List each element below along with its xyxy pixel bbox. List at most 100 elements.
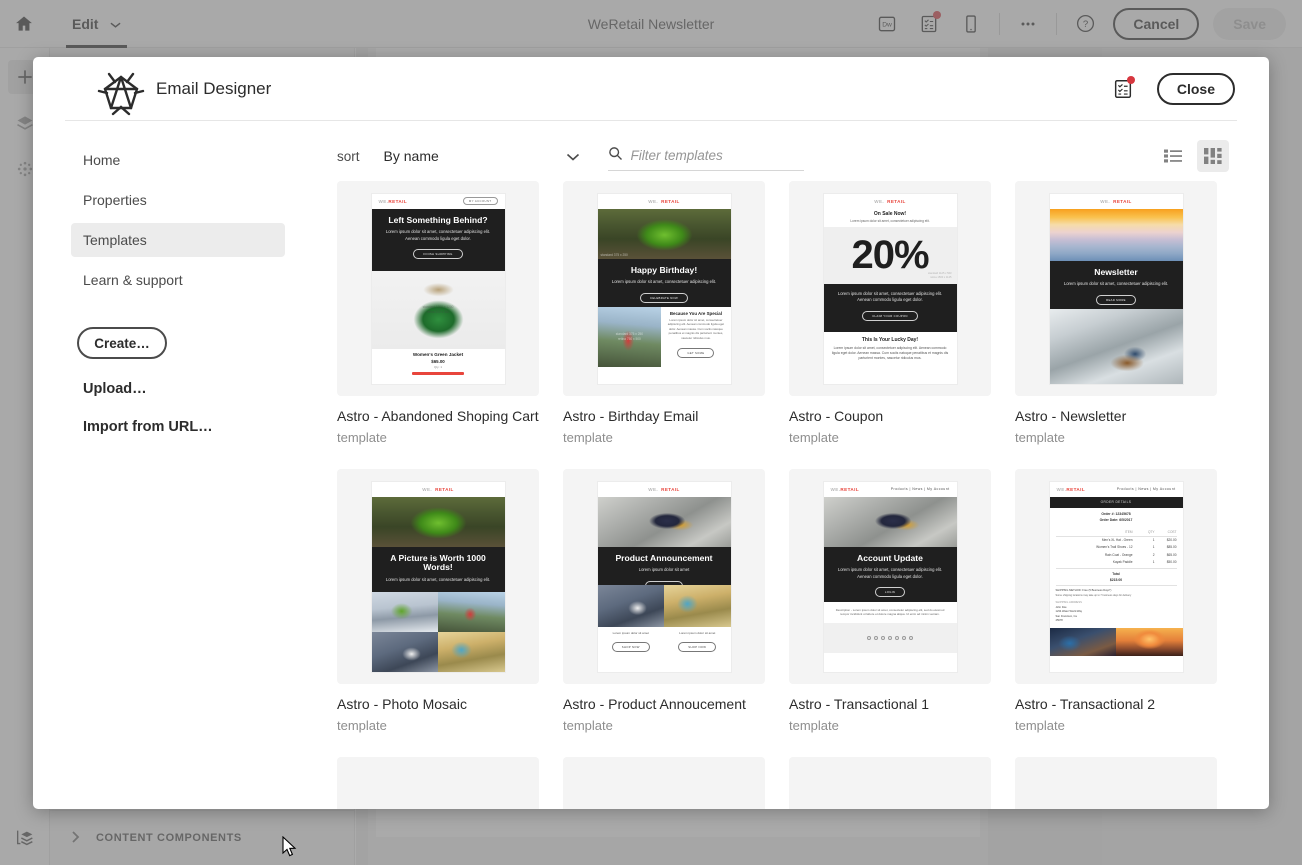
template-card[interactable]: [789, 757, 991, 809]
preview-image: [371, 591, 438, 632]
preview-image: [371, 631, 438, 672]
preview-sub: Lorem ipsum dolor sit amet, consectetuer…: [850, 218, 930, 223]
preview-headline: Left Something Behind?: [388, 214, 488, 225]
col-qty: QTY: [1147, 530, 1155, 535]
brand-retail: RETAIL: [1113, 198, 1132, 204]
cell-item: Women's Trail Shoes - 12: [1096, 545, 1133, 550]
preview-hero: Left Something Behind? Lorem ipsum dolor…: [371, 208, 505, 271]
preview-nav: Products | News | My Account: [1116, 487, 1176, 491]
preview-tile-cta: SHOP NOW: [611, 641, 650, 652]
template-card[interactable]: WE.RETAIL Products | News | My Account A…: [789, 469, 991, 733]
preview-hero: Newsletter Lorem ipsum dolor sit amet, c…: [1049, 260, 1183, 309]
email-preview-product-announcement: WE. RETAIL Product Announcement Lorem ips…: [597, 481, 731, 672]
view-toggle-group: [1157, 140, 1229, 172]
template-card[interactable]: WE.RETAIL MY ACCOUNT Left Something Behi…: [337, 181, 539, 445]
template-card[interactable]: [563, 757, 765, 809]
template-card[interactable]: WE. RETAIL Product Announcement Lorem ips…: [563, 469, 765, 733]
table-row: Women's Trail Shoes - 12 1 $85.00: [1056, 544, 1177, 551]
preview-cta: CLAIM YOUR COUPON: [862, 310, 918, 321]
mouse-cursor: [282, 835, 298, 863]
template-thumbnail: WE. RETAIL On Sale Now! Lorem ipsum dolor…: [789, 181, 991, 396]
template-card[interactable]: [337, 757, 539, 809]
template-title: Astro - Newsletter: [1015, 408, 1127, 424]
sidebar-item-templates[interactable]: Templates: [71, 223, 285, 257]
template-card[interactable]: [1015, 757, 1217, 809]
email-designer-logo: [95, 69, 147, 117]
brand-retail: RETAIL: [435, 486, 454, 492]
brand-we: WE.: [648, 198, 659, 204]
notification-badge: [1126, 75, 1135, 84]
sidebar-item-home[interactable]: Home: [71, 143, 285, 177]
preview-image: [1049, 628, 1116, 657]
preview-hero: Happy Birthday! Lorem ipsum dolor sit am…: [597, 258, 731, 307]
dialog-sidebar: Home Properties Templates Learn & suppor…: [33, 121, 323, 809]
template-thumbnail: WE. RETAIL Product Announcement Lorem ips…: [563, 469, 765, 684]
preview-order-number: Order #: 12345678: [1101, 511, 1131, 516]
preview-header: WE. RETAIL: [371, 481, 505, 497]
close-button[interactable]: Close: [1156, 72, 1235, 105]
image-note-1: standard 375 x 250: [600, 252, 628, 257]
upload-link[interactable]: Upload…: [83, 381, 285, 397]
email-preview-transactional-2: WE.RETAIL Products | News | My Account O…: [1049, 481, 1183, 672]
cell-qty: 1: [1152, 559, 1155, 564]
preview-body: Lorem ipsum dolor sit amet, consectetuer…: [385, 577, 491, 583]
preview-cta: FINISH SHOPPING: [413, 249, 463, 260]
preview-total-value: $215.00: [1109, 578, 1123, 583]
preview-image: [438, 631, 505, 672]
template-subtitle: template: [337, 718, 387, 733]
brand-we: WE.: [378, 198, 389, 204]
search-input[interactable]: [630, 148, 791, 163]
image-note-2: retina 300 x 300: [426, 310, 450, 314]
cell-qty: 1: [1152, 545, 1155, 550]
preview-hero: A Picture is Worth 1000 Words! Lorem ips…: [371, 546, 505, 592]
brand-retail: RETAIL: [840, 486, 860, 492]
brand-we: WE.: [830, 486, 841, 492]
template-title: Astro - Coupon: [789, 408, 884, 424]
preview-headline: Product Announcement: [615, 552, 713, 563]
preview-shipping-note: Some shipping locations may take up to 7…: [1055, 593, 1132, 597]
preview-social-row: [823, 623, 957, 654]
import-from-url-link[interactable]: Import from URL…: [83, 419, 285, 435]
template-card[interactable]: WE.RETAIL Products | News | My Account O…: [1015, 469, 1217, 733]
template-card[interactable]: WE. RETAIL standard 375 x 250 Happy Birth…: [563, 181, 765, 445]
template-subtitle: template: [1015, 430, 1065, 445]
grid-view-button[interactable]: [1197, 140, 1229, 172]
templates-grid: WE.RETAIL MY ACCOUNT Left Something Behi…: [337, 179, 1229, 809]
preview-sub-cta: GET SOME: [677, 347, 715, 358]
preview-sub-body: Lorem ipsum dolor sit amet, consectetuer…: [667, 317, 725, 341]
preview-image: [597, 584, 664, 627]
cell-cost: $85.00: [1166, 545, 1177, 550]
list-view-button[interactable]: [1157, 140, 1189, 172]
sidebar-item-properties[interactable]: Properties: [71, 183, 285, 217]
template-card[interactable]: WE. RETAIL A Picture is Worth 1000 Words!…: [337, 469, 539, 733]
preview-image: [438, 591, 505, 632]
preview-headline: Happy Birthday!: [630, 264, 698, 275]
brand-we: WE.: [1100, 198, 1111, 204]
email-preview-photo-mosaic: WE. RETAIL A Picture is Worth 1000 Words!…: [371, 481, 505, 672]
preview-cta: READ MORE: [1096, 294, 1136, 305]
preview-header: WE. RETAIL: [597, 481, 731, 497]
preview-header: WE. RETAIL: [1049, 193, 1183, 209]
cell-cost: $50.00: [1166, 559, 1177, 564]
template-subtitle: template: [1015, 718, 1065, 733]
sidebar-item-learn-support[interactable]: Learn & support: [71, 263, 285, 297]
cell-item: Kayak Paddle: [1112, 559, 1133, 564]
preview-headline: A Picture is Worth 1000 Words!: [390, 552, 486, 573]
preview-price: $65.00: [431, 358, 445, 364]
sort-select[interactable]: By name: [384, 141, 580, 171]
template-card[interactable]: WE. RETAIL On Sale Now! Lorem ipsum dolor…: [789, 181, 991, 445]
preview-headline: Account Update: [857, 552, 923, 563]
template-card[interactable]: WE. RETAIL Newsletter Lorem ipsum dolor s…: [1015, 181, 1217, 445]
template-thumbnail: WE. RETAIL Newsletter Lorem ipsum dolor s…: [1015, 181, 1217, 396]
preview-header: WE. RETAIL: [597, 193, 731, 209]
preview-body: Lorem ipsum dolor sit amet: [638, 567, 690, 573]
annotations-icon[interactable]: [1109, 75, 1137, 103]
search-icon: [608, 146, 623, 166]
create-button[interactable]: Create…: [77, 327, 167, 359]
preview-footer-body: Lorem ipsum dolor sit amet, consectetuer…: [831, 345, 949, 361]
cell-cost: $65.00: [1166, 552, 1177, 557]
image-note-1: standard 375 x 250: [615, 332, 644, 336]
preview-percent-block: 20% standard 1125 x 563 retina 1500 x 11…: [823, 226, 957, 284]
filter-templates-field[interactable]: [607, 141, 804, 171]
template-subtitle: template: [789, 718, 839, 733]
